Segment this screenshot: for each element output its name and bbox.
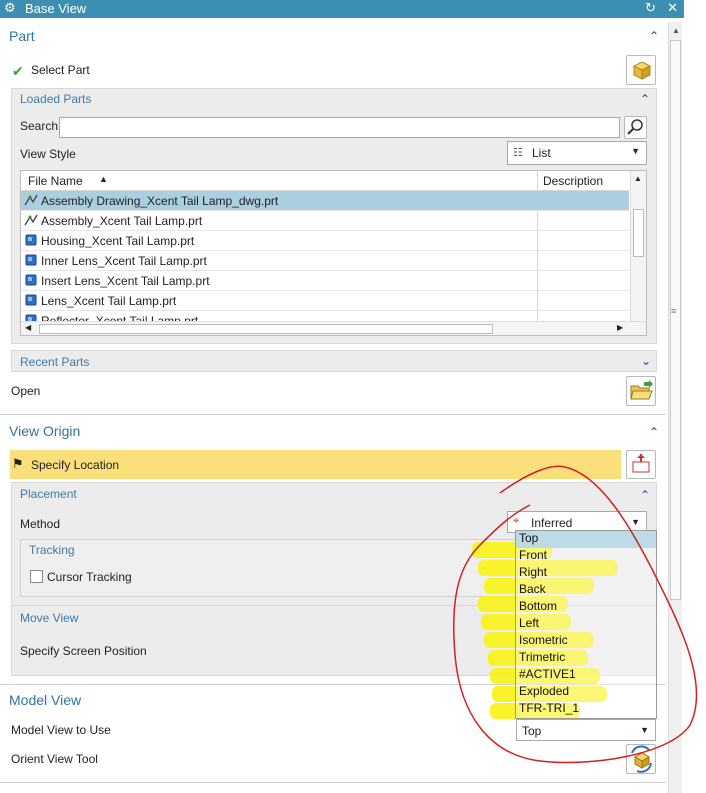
table-row[interactable]: Lens_Xcent Tail Lamp.prt xyxy=(21,291,629,311)
table-row[interactable]: Housing_Xcent Tail Lamp.prt xyxy=(21,231,629,251)
search-label: Search xyxy=(20,119,59,133)
table-row[interactable]: Inner Lens_Xcent Tail Lamp.prt xyxy=(21,251,629,271)
list-icon: ☷ xyxy=(513,147,523,159)
select-part-label[interactable]: Select Part xyxy=(31,63,90,77)
view-style-value: List xyxy=(532,146,551,160)
select-part-button[interactable] xyxy=(626,55,656,85)
expand-recent-parts-icon[interactable]: ⌄ xyxy=(641,354,651,368)
recent-parts-panel xyxy=(11,350,657,372)
section-view-origin-heading[interactable]: View Origin xyxy=(9,423,80,439)
orient-view-tool-label: Orient View Tool xyxy=(11,752,98,766)
sort-ascending-icon: ▲ xyxy=(99,174,108,184)
file-name: Housing_Xcent Tail Lamp.prt xyxy=(41,234,195,248)
loaded-parts-heading[interactable]: Loaded Parts xyxy=(20,92,91,106)
file-list-horizontal-scrollbar[interactable]: ◀ ▶ xyxy=(21,321,646,335)
search-button[interactable] xyxy=(624,116,647,139)
collapse-view-origin-icon[interactable]: ⌃ xyxy=(649,425,659,439)
file-name: Assembly_Xcent Tail Lamp.prt xyxy=(41,214,203,228)
move-view-heading[interactable]: Move View xyxy=(20,611,78,625)
part-file-icon xyxy=(24,253,38,267)
search-input[interactable] xyxy=(59,117,620,138)
checkered-flag-icon: ⚑ xyxy=(12,456,24,471)
divider xyxy=(0,414,666,415)
file-list[interactable]: File Name ▲ Description Assembly Drawing… xyxy=(20,170,647,336)
specify-location-label: Specify Location xyxy=(31,458,120,472)
method-label: Method xyxy=(20,517,61,531)
scroll-thumb[interactable] xyxy=(633,209,644,257)
specify-screen-position-label[interactable]: Specify Screen Position xyxy=(20,644,147,658)
file-name: Assembly Drawing_Xcent Tail Lamp_dwg.prt xyxy=(41,194,279,208)
open-button[interactable] xyxy=(626,376,656,406)
annotation-circle xyxy=(452,465,698,764)
collapse-loaded-parts-icon[interactable]: ⌃ xyxy=(640,92,650,106)
tracking-heading: Tracking xyxy=(29,543,75,557)
title-bar: ⚙ Base View ↻ ✕ xyxy=(0,0,684,18)
cursor-tracking-label[interactable]: Cursor Tracking xyxy=(47,570,132,584)
part-file-icon xyxy=(24,233,38,247)
file-name: Insert Lens_Xcent Tail Lamp.prt xyxy=(41,274,210,288)
column-file-name[interactable]: File Name xyxy=(28,174,83,188)
magnifier-icon xyxy=(627,119,643,135)
scroll-right-icon[interactable]: ▶ xyxy=(617,323,623,332)
cube-icon xyxy=(632,61,652,80)
chevron-down-icon: ▼ xyxy=(631,146,640,156)
placement-heading[interactable]: Placement xyxy=(20,487,77,501)
scroll-up-icon[interactable]: ▲ xyxy=(672,26,680,35)
file-name: Inner Lens_Xcent Tail Lamp.prt xyxy=(41,254,207,268)
table-row[interactable]: Assembly Drawing_Xcent Tail Lamp_dwg.prt xyxy=(21,191,629,211)
part-file-icon xyxy=(24,273,38,287)
drawing-part-icon xyxy=(24,193,38,207)
close-icon[interactable]: ✕ xyxy=(667,0,678,16)
recent-parts-heading[interactable]: Recent Parts xyxy=(20,355,89,369)
view-style-select[interactable]: ☷ List ▼ xyxy=(507,141,647,165)
file-name: Lens_Xcent Tail Lamp.prt xyxy=(41,294,177,308)
folder-open-icon xyxy=(630,380,653,400)
collapse-part-icon[interactable]: ⌃ xyxy=(649,29,659,43)
table-row[interactable]: Assembly_Xcent Tail Lamp.prt xyxy=(21,211,629,231)
grip-icon: ≡ xyxy=(671,306,677,316)
file-list-vertical-scrollbar[interactable]: ▲ xyxy=(630,171,646,321)
table-row[interactable]: Insert Lens_Xcent Tail Lamp.prt xyxy=(21,271,629,291)
divider xyxy=(0,782,666,783)
drawing-part-icon xyxy=(24,213,38,227)
view-style-label: View Style xyxy=(20,147,76,161)
reset-icon[interactable]: ↻ xyxy=(645,0,656,16)
scroll-left-icon[interactable]: ◀ xyxy=(25,323,31,332)
section-model-view-heading[interactable]: Model View xyxy=(9,692,81,708)
part-file-icon xyxy=(24,293,38,307)
section-part-heading[interactable]: Part xyxy=(9,28,35,44)
cursor-tracking-checkbox[interactable] xyxy=(30,570,43,583)
window-title: Base View xyxy=(25,1,87,16)
checkmark-icon: ✔ xyxy=(12,63,24,79)
column-description[interactable]: Description xyxy=(543,174,603,188)
model-view-to-use-label: Model View to Use xyxy=(11,723,111,737)
scroll-thumb[interactable] xyxy=(39,324,493,334)
scroll-up-icon[interactable]: ▲ xyxy=(634,174,642,183)
gear-icon[interactable]: ⚙ xyxy=(4,0,16,16)
open-label: Open xyxy=(11,384,41,398)
